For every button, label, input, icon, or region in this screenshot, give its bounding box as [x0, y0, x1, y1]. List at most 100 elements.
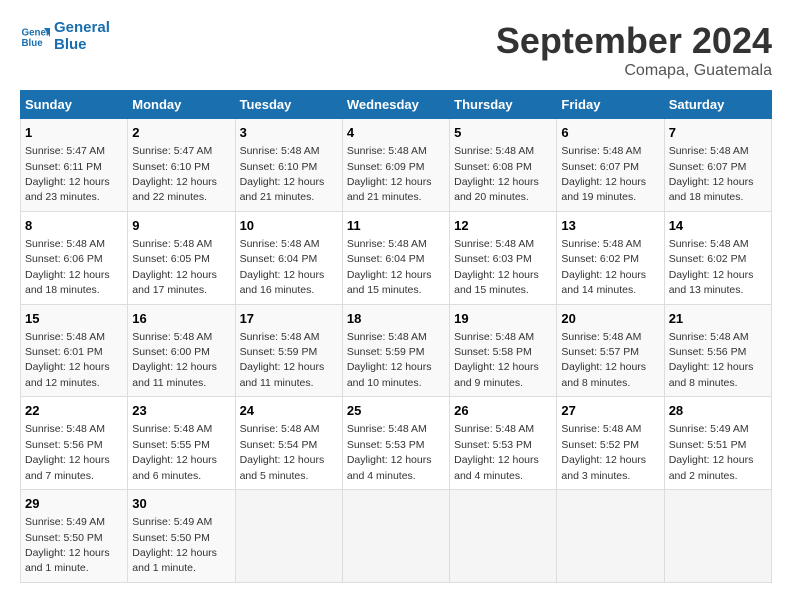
day-daylight: Daylight: 12 hours and 11 minutes. [240, 361, 325, 388]
day-number: 10 [240, 217, 338, 235]
calendar-cell [235, 490, 342, 583]
day-sunset: Sunset: 5:59 PM [347, 346, 425, 358]
day-daylight: Daylight: 12 hours and 12 minutes. [25, 361, 110, 388]
day-sunrise: Sunrise: 5:48 AM [240, 423, 320, 435]
day-daylight: Daylight: 12 hours and 23 minutes. [25, 176, 110, 203]
day-sunset: Sunset: 6:02 PM [561, 253, 639, 265]
day-sunset: Sunset: 5:56 PM [669, 346, 747, 358]
day-sunset: Sunset: 5:50 PM [25, 532, 103, 544]
day-daylight: Daylight: 12 hours and 6 minutes. [132, 454, 217, 481]
day-number: 9 [132, 217, 230, 235]
calendar-cell: 8 Sunrise: 5:48 AM Sunset: 6:06 PM Dayli… [21, 211, 128, 304]
day-number: 4 [347, 124, 445, 142]
day-number: 2 [132, 124, 230, 142]
day-sunset: Sunset: 6:06 PM [25, 253, 103, 265]
calendar-cell: 7 Sunrise: 5:48 AM Sunset: 6:07 PM Dayli… [664, 119, 771, 212]
day-sunset: Sunset: 6:08 PM [454, 161, 532, 173]
calendar-cell: 14 Sunrise: 5:48 AM Sunset: 6:02 PM Dayl… [664, 211, 771, 304]
day-sunset: Sunset: 5:55 PM [132, 439, 210, 451]
day-daylight: Daylight: 12 hours and 21 minutes. [347, 176, 432, 203]
day-number: 19 [454, 310, 552, 328]
day-sunset: Sunset: 5:53 PM [454, 439, 532, 451]
day-daylight: Daylight: 12 hours and 15 minutes. [454, 269, 539, 296]
day-sunrise: Sunrise: 5:48 AM [132, 423, 212, 435]
day-number: 14 [669, 217, 767, 235]
day-sunset: Sunset: 6:02 PM [669, 253, 747, 265]
calendar-cell: 6 Sunrise: 5:48 AM Sunset: 6:07 PM Dayli… [557, 119, 664, 212]
day-number: 29 [25, 495, 123, 513]
day-sunset: Sunset: 5:57 PM [561, 346, 639, 358]
day-sunrise: Sunrise: 5:48 AM [454, 331, 534, 343]
day-daylight: Daylight: 12 hours and 4 minutes. [347, 454, 432, 481]
day-sunrise: Sunrise: 5:48 AM [240, 331, 320, 343]
day-sunrise: Sunrise: 5:48 AM [454, 423, 534, 435]
title-block: September 2024 Comapa, Guatemala [496, 20, 772, 80]
day-daylight: Daylight: 12 hours and 10 minutes. [347, 361, 432, 388]
day-sunset: Sunset: 6:09 PM [347, 161, 425, 173]
logo: General Blue General Blue [20, 20, 110, 53]
day-daylight: Daylight: 12 hours and 18 minutes. [25, 269, 110, 296]
calendar-table: Sunday Monday Tuesday Wednesday Thursday… [20, 90, 772, 583]
calendar-cell: 21 Sunrise: 5:48 AM Sunset: 5:56 PM Dayl… [664, 304, 771, 397]
day-number: 8 [25, 217, 123, 235]
svg-text:Blue: Blue [22, 38, 44, 49]
day-sunset: Sunset: 5:53 PM [347, 439, 425, 451]
calendar-cell: 24 Sunrise: 5:48 AM Sunset: 5:54 PM Dayl… [235, 397, 342, 490]
month-title: September 2024 [496, 20, 772, 62]
day-sunset: Sunset: 5:50 PM [132, 532, 210, 544]
day-daylight: Daylight: 12 hours and 9 minutes. [454, 361, 539, 388]
calendar-cell: 10 Sunrise: 5:48 AM Sunset: 6:04 PM Dayl… [235, 211, 342, 304]
day-sunset: Sunset: 6:07 PM [669, 161, 747, 173]
calendar-cell: 28 Sunrise: 5:49 AM Sunset: 5:51 PM Dayl… [664, 397, 771, 490]
logo-line1: General [54, 20, 110, 37]
day-sunrise: Sunrise: 5:48 AM [347, 423, 427, 435]
day-daylight: Daylight: 12 hours and 17 minutes. [132, 269, 217, 296]
day-sunset: Sunset: 5:56 PM [25, 439, 103, 451]
day-sunrise: Sunrise: 5:48 AM [454, 238, 534, 250]
day-number: 17 [240, 310, 338, 328]
header-row: Sunday Monday Tuesday Wednesday Thursday… [21, 91, 772, 119]
day-number: 11 [347, 217, 445, 235]
day-daylight: Daylight: 12 hours and 22 minutes. [132, 176, 217, 203]
day-daylight: Daylight: 12 hours and 1 minute. [25, 547, 110, 574]
calendar-week-1: 1 Sunrise: 5:47 AM Sunset: 6:11 PM Dayli… [21, 119, 772, 212]
day-sunrise: Sunrise: 5:48 AM [669, 238, 749, 250]
day-sunset: Sunset: 6:05 PM [132, 253, 210, 265]
day-daylight: Daylight: 12 hours and 11 minutes. [132, 361, 217, 388]
calendar-cell: 5 Sunrise: 5:48 AM Sunset: 6:08 PM Dayli… [450, 119, 557, 212]
calendar-cell: 25 Sunrise: 5:48 AM Sunset: 5:53 PM Dayl… [342, 397, 449, 490]
day-sunrise: Sunrise: 5:48 AM [240, 238, 320, 250]
day-daylight: Daylight: 12 hours and 7 minutes. [25, 454, 110, 481]
day-sunrise: Sunrise: 5:48 AM [347, 145, 427, 157]
day-sunrise: Sunrise: 5:48 AM [25, 331, 105, 343]
header-sunday: Sunday [21, 91, 128, 119]
day-daylight: Daylight: 12 hours and 3 minutes. [561, 454, 646, 481]
day-sunrise: Sunrise: 5:47 AM [25, 145, 105, 157]
day-number: 27 [561, 402, 659, 420]
day-daylight: Daylight: 12 hours and 8 minutes. [669, 361, 754, 388]
day-number: 30 [132, 495, 230, 513]
calendar-cell [557, 490, 664, 583]
day-sunrise: Sunrise: 5:49 AM [25, 516, 105, 528]
day-daylight: Daylight: 12 hours and 1 minute. [132, 547, 217, 574]
day-sunset: Sunset: 6:10 PM [240, 161, 318, 173]
calendar-cell: 17 Sunrise: 5:48 AM Sunset: 5:59 PM Dayl… [235, 304, 342, 397]
day-sunrise: Sunrise: 5:48 AM [132, 238, 212, 250]
header-tuesday: Tuesday [235, 91, 342, 119]
day-number: 16 [132, 310, 230, 328]
calendar-cell: 2 Sunrise: 5:47 AM Sunset: 6:10 PM Dayli… [128, 119, 235, 212]
calendar-week-2: 8 Sunrise: 5:48 AM Sunset: 6:06 PM Dayli… [21, 211, 772, 304]
day-sunrise: Sunrise: 5:49 AM [669, 423, 749, 435]
day-number: 13 [561, 217, 659, 235]
day-number: 12 [454, 217, 552, 235]
day-number: 5 [454, 124, 552, 142]
day-sunrise: Sunrise: 5:48 AM [25, 238, 105, 250]
calendar-cell: 19 Sunrise: 5:48 AM Sunset: 5:58 PM Dayl… [450, 304, 557, 397]
day-sunrise: Sunrise: 5:49 AM [132, 516, 212, 528]
header-thursday: Thursday [450, 91, 557, 119]
day-number: 21 [669, 310, 767, 328]
day-sunset: Sunset: 6:11 PM [25, 161, 102, 173]
day-sunrise: Sunrise: 5:48 AM [561, 145, 641, 157]
day-sunset: Sunset: 6:04 PM [347, 253, 425, 265]
day-number: 24 [240, 402, 338, 420]
